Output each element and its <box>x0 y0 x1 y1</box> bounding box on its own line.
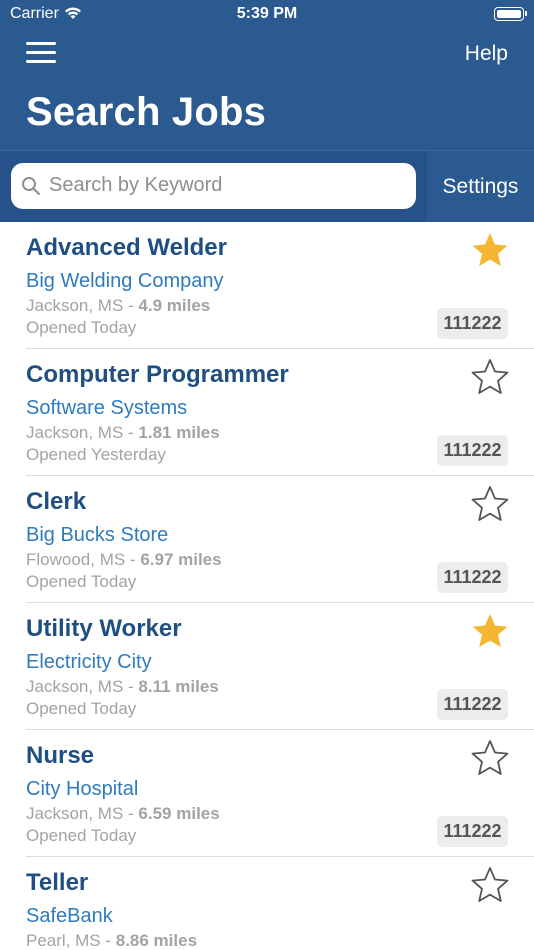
job-company: City Hospital <box>26 778 139 800</box>
job-opened: Opened Today <box>26 826 137 845</box>
job-location: Flowood, MS - 6.97 miles <box>26 550 222 570</box>
menu-button[interactable] <box>26 42 56 66</box>
job-city: Pearl, MS <box>26 931 101 950</box>
help-button[interactable]: Help <box>430 42 508 66</box>
status-bar: Carrier 5:39 PM <box>0 0 534 30</box>
star-filled-icon[interactable] <box>470 611 510 651</box>
job-id-badge: 111222 <box>437 562 508 593</box>
star-outline-icon[interactable] <box>470 865 510 905</box>
star-filled-icon[interactable] <box>470 230 510 270</box>
job-title: Computer Programmer <box>26 361 289 388</box>
job-title: Clerk <box>26 488 87 515</box>
job-city: Jackson, MS <box>26 296 124 315</box>
job-id-badge: 111222 <box>437 689 508 720</box>
job-opened: Opened Today <box>26 699 137 718</box>
job-distance: 6.59 miles <box>138 804 220 823</box>
location-separator: - <box>123 677 139 696</box>
job-list-item[interactable]: Clerk Big Bucks Store Flowood, MS - 6.97 m… <box>26 476 534 603</box>
job-list-item[interactable]: Advanced Welder Big Welding Company Jackso… <box>26 222 534 349</box>
location-separator: - <box>123 804 139 823</box>
job-list-item[interactable]: Teller SafeBank Pearl, MS - 8.86 miles <box>26 857 534 950</box>
job-company: SafeBank <box>26 905 113 927</box>
job-opened: Opened Yesterday <box>26 445 166 464</box>
search-icon <box>21 176 41 201</box>
job-title: Nurse <box>26 742 95 769</box>
location-separator: - <box>125 550 141 569</box>
job-list-item[interactable]: Utility Worker Electricity City Jackson, M… <box>26 603 534 730</box>
hamburger-icon <box>26 42 56 45</box>
job-distance: 8.86 miles <box>115 931 198 950</box>
location-separator: - <box>100 931 116 950</box>
job-company: Software Systems <box>26 397 188 419</box>
job-list: Advanced Welder Big Welding Company Jackso… <box>0 222 534 950</box>
job-title: Advanced Welder <box>26 234 227 261</box>
job-city: Flowood, MS <box>26 550 126 569</box>
job-id-badge: 111222 <box>437 308 508 339</box>
job-list-item[interactable]: Nurse City Hospital Jackson, MS - 6.59 mil… <box>26 730 534 857</box>
job-location: Jackson, MS - 4.9 miles <box>26 296 210 316</box>
status-time: 5:39 PM <box>236 5 298 22</box>
search-placeholder: Search by Keyword <box>49 174 223 196</box>
job-company: Big Welding Company <box>26 270 224 292</box>
job-id-badge: 111222 <box>437 816 508 847</box>
job-location: Jackson, MS - 6.59 miles <box>26 804 220 824</box>
job-distance: 8.11 miles <box>138 677 219 696</box>
job-distance: 1.81 miles <box>138 423 220 442</box>
job-opened: Opened Today <box>26 572 137 591</box>
job-title: Teller <box>26 869 89 896</box>
job-company: Big Bucks Store <box>26 524 169 546</box>
job-city: Jackson, MS <box>26 677 124 696</box>
star-outline-icon[interactable] <box>470 484 510 524</box>
location-separator: - <box>123 296 139 315</box>
job-list-item[interactable]: Computer Programmer Software Systems Jacks… <box>26 349 534 476</box>
job-location: Jackson, MS - 8.11 miles <box>26 677 219 697</box>
page-title: Search Jobs <box>26 90 267 134</box>
job-distance: 6.97 miles <box>140 550 222 569</box>
star-outline-icon[interactable] <box>470 738 510 778</box>
battery-icon <box>494 7 527 21</box>
star-outline-icon[interactable] <box>470 357 510 397</box>
job-distance: 4.9 miles <box>138 296 211 315</box>
location-separator: - <box>123 423 139 442</box>
job-location: Jackson, MS - 1.81 miles <box>26 423 220 443</box>
settings-button[interactable]: Settings <box>427 150 534 222</box>
job-company: Electricity City <box>26 651 152 673</box>
search-input[interactable]: Search by Keyword <box>11 163 416 209</box>
job-id-badge: 111222 <box>437 435 508 466</box>
job-location: Pearl, MS - 8.86 miles <box>26 931 197 950</box>
job-city: Jackson, MS <box>26 804 124 823</box>
job-opened: Opened Today <box>26 318 137 337</box>
job-title: Utility Worker <box>26 615 182 642</box>
job-city: Jackson, MS <box>26 423 124 442</box>
